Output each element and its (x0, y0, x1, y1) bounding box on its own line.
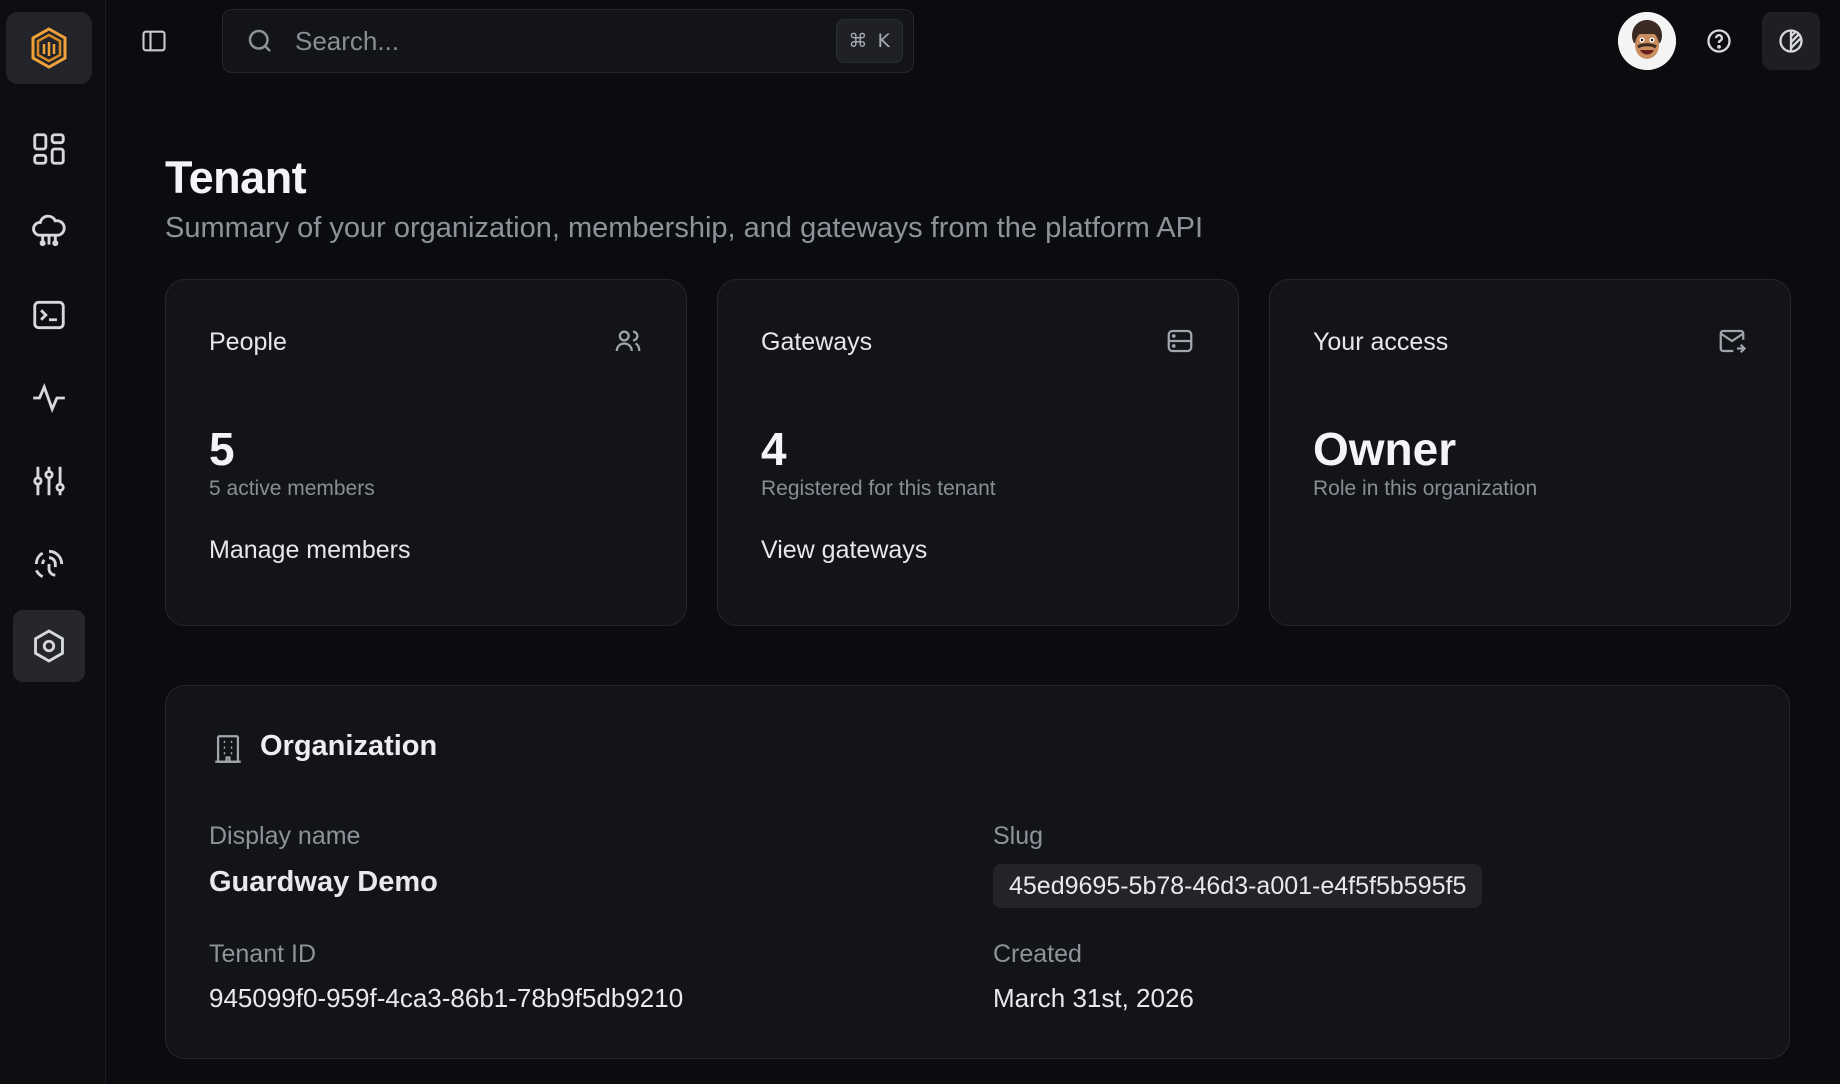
view-gateways-link[interactable]: View gateways (761, 536, 927, 565)
slug-value: 45ed9695-5b78-46d3-a001-e4f5f5b595f5 (993, 864, 1483, 908)
nav-terminal[interactable] (13, 279, 85, 351)
slug-label: Slug (993, 822, 1044, 850)
app-logo[interactable] (6, 12, 92, 84)
manage-members-link[interactable]: Manage members (209, 536, 410, 565)
nav-dashboard[interactable] (13, 113, 85, 185)
nav-activity[interactable] (13, 362, 85, 434)
people-card: People 5 5 active members Manage members (165, 279, 687, 626)
sidebar-toggle-button[interactable] (136, 20, 172, 62)
sidebar-panel-icon (142, 30, 166, 52)
app-root: ⌘ K Tenant Summary of your organization,… (0, 0, 1840, 1084)
gateways-card: Gateways 4 Registered for this tenant Vi… (717, 279, 1239, 626)
terminal-icon (33, 300, 65, 330)
fingerprint-icon (34, 549, 64, 578)
access-caption: Role in this organization (1313, 477, 1538, 500)
organization-title: Organization (260, 730, 438, 762)
building-icon (215, 735, 241, 763)
sidebar (0, 0, 106, 1084)
card-title: Your access (1313, 328, 1449, 356)
access-role: Owner (1313, 423, 1457, 475)
created-value: March 31st, 2026 (993, 983, 1194, 1013)
created-label: Created (993, 940, 1082, 968)
page-title: Tenant (165, 152, 307, 203)
gateways-count: 4 (761, 423, 787, 475)
help-button[interactable] (1698, 20, 1740, 62)
mail-icon (1719, 329, 1747, 354)
nav-cloud[interactable] (13, 196, 85, 268)
access-card: Your access Owner Role in this organizat… (1269, 279, 1791, 626)
contrast-icon (1779, 29, 1803, 53)
display-name-label: Display name (209, 822, 361, 850)
card-title: People (209, 328, 287, 356)
settings-hex-icon (34, 629, 64, 663)
users-icon (615, 330, 641, 352)
tenant-id-value: 945099f0-959f-4ca3-86b1-78b9f5db9210 (209, 983, 684, 1013)
people-caption: 5 active members (209, 477, 375, 500)
logo-icon (31, 27, 67, 69)
search-icon (245, 26, 275, 56)
tenant-id-label: Tenant ID (209, 940, 317, 968)
nav-tenant-settings[interactable] (13, 610, 85, 682)
sliders-icon (33, 466, 65, 496)
activity-icon (33, 383, 65, 413)
search-bar[interactable]: ⌘ K (222, 9, 914, 73)
nav-fingerprint[interactable] (13, 528, 85, 600)
card-title: Gateways (761, 328, 873, 356)
display-name-value: Guardway Demo (209, 866, 438, 898)
page-subtitle: Summary of your organization, membership… (165, 212, 1204, 244)
theme-toggle-button[interactable] (1762, 12, 1820, 70)
shortcut-key: K (877, 30, 890, 52)
people-count: 5 (209, 423, 235, 475)
dashboard-icon (33, 133, 65, 165)
search-input[interactable] (295, 25, 836, 57)
search-shortcut-badge: ⌘ K (835, 19, 903, 63)
user-avatar[interactable] (1618, 12, 1676, 70)
gateways-caption: Registered for this tenant (761, 477, 996, 500)
command-key: ⌘ (848, 30, 868, 52)
avatar-image (1618, 12, 1676, 70)
organization-panel: Organization Display name Guardway Demo … (165, 685, 1790, 1059)
cloud-network-icon (32, 214, 66, 247)
help-circle-icon (1707, 29, 1731, 53)
server-icon (1167, 329, 1193, 353)
nav-settings-sliders[interactable] (13, 445, 85, 517)
